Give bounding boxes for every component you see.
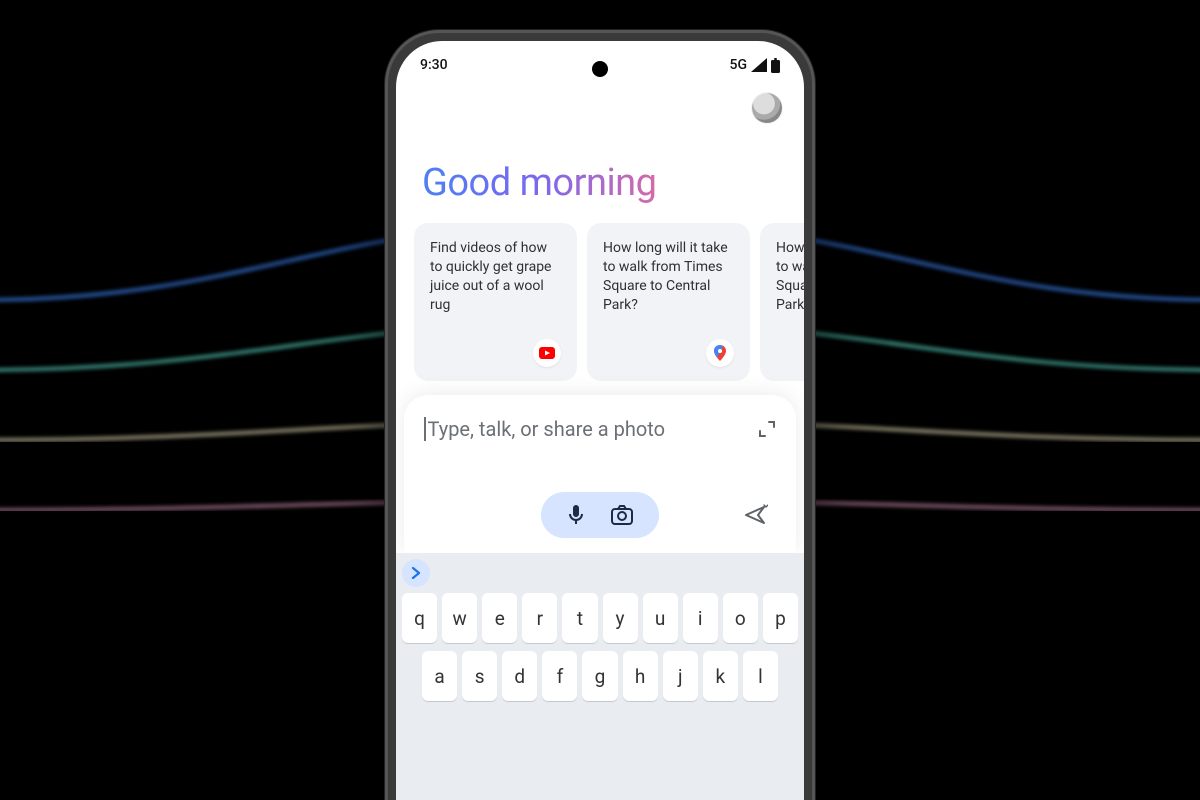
keyboard: q w e r t y u i o p a s d f g h j k l [396,553,804,800]
key[interactable]: l [743,651,778,701]
camera-notch [592,61,608,77]
prompt-input[interactable]: Type, talk, or share a photo [424,417,665,441]
phone-side-button [814,283,815,373]
key[interactable]: g [582,651,617,701]
suggestion-card[interactable]: How long will it take to walk from Times… [760,223,804,381]
key[interactable]: p [763,593,798,643]
key[interactable]: t [562,593,597,643]
key[interactable]: k [703,651,738,701]
signal-icon [751,58,767,72]
key[interactable]: u [643,593,678,643]
send-button[interactable] [744,504,768,526]
suggestion-text: Find videos of how to quickly get grape … [430,239,561,315]
key[interactable]: a [422,651,457,701]
key[interactable]: i [683,593,718,643]
suggestion-card[interactable]: Find videos of how to quickly get grape … [414,223,577,381]
suggestion-card[interactable]: How long will it take to walk from Times… [587,223,750,381]
maps-icon [706,339,734,367]
key[interactable]: e [482,593,517,643]
key[interactable]: q [402,593,437,643]
suggestion-cards: Find videos of how to quickly get grape … [396,223,804,381]
phone-frame: 9:30 5G Good morning Find videos of how … [385,30,815,800]
status-network: 5G [730,57,748,73]
keyboard-row: q w e r t y u i o p [402,593,798,643]
key[interactable]: s [462,651,497,701]
key[interactable]: h [623,651,658,701]
key[interactable]: d [502,651,537,701]
key[interactable]: w [442,593,477,643]
battery-icon [771,58,780,73]
key[interactable]: f [542,651,577,701]
camera-icon[interactable] [611,505,633,525]
keyboard-row: a s d f g h j k l [402,651,798,701]
input-mode-pill [541,492,659,538]
suggestion-text: How long will it take to walk from Times… [776,239,804,315]
suggestion-text: How long will it take to walk from Times… [603,239,734,315]
key[interactable]: r [522,593,557,643]
text-cursor [424,417,426,441]
key[interactable]: j [663,651,698,701]
key[interactable]: y [603,593,638,643]
greeting-heading: Good morning [396,131,804,223]
avatar[interactable] [752,93,782,123]
input-panel: Type, talk, or share a photo [404,395,796,553]
youtube-icon [533,339,561,367]
prompt-placeholder: Type, talk, or share a photo [428,417,666,441]
key[interactable]: o [723,593,758,643]
mic-icon[interactable] [567,504,585,526]
keyboard-expand-button[interactable] [402,559,430,587]
phone-screen: 9:30 5G Good morning Find videos of how … [396,41,804,800]
status-time: 9:30 [420,57,448,73]
expand-icon[interactable] [758,420,776,438]
